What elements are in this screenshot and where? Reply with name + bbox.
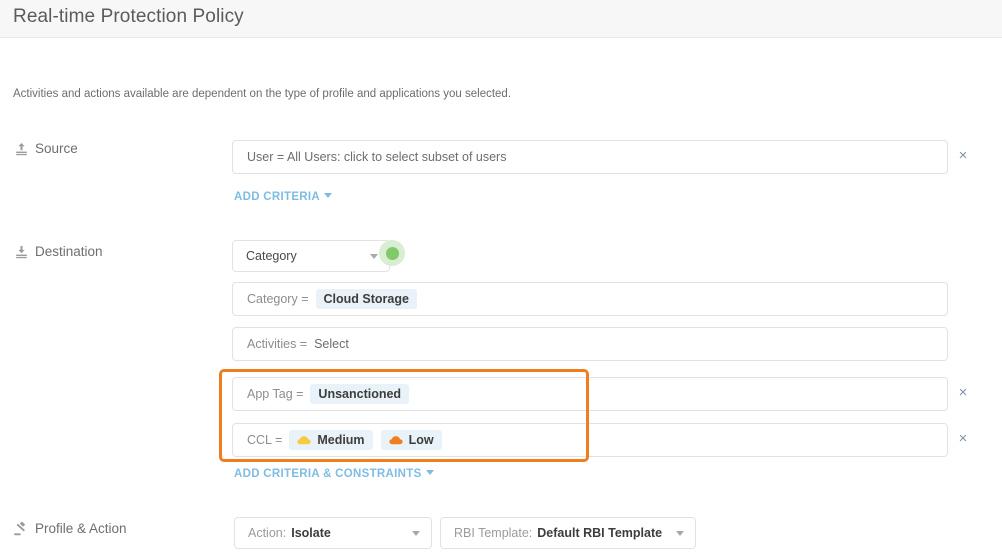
chevron-down-icon [324, 193, 333, 199]
source-section-label: Source [14, 141, 78, 156]
criteria-chip-low[interactable]: Low [380, 430, 442, 450]
source-label-text: Source [35, 141, 78, 156]
destination-status-badge [379, 240, 405, 266]
criteria-chip[interactable]: Unsanctioned [310, 384, 410, 404]
destination-type-value: Category [246, 249, 297, 263]
chevron-down-icon [370, 253, 378, 259]
source-field-value: User = All Users: click to select subset… [247, 150, 507, 164]
criteria-row-category[interactable]: Category = Cloud Storage [232, 282, 948, 316]
page-title: Real-time Protection Policy [13, 6, 244, 27]
criteria-row-activities[interactable]: Activities = Select [232, 327, 948, 361]
upload-icon [14, 141, 28, 156]
add-criteria-link[interactable]: ADD CRITERIA [234, 191, 333, 203]
destination-label-text: Destination [35, 244, 103, 259]
chevron-down-icon [676, 530, 684, 536]
source-field[interactable]: User = All Users: click to select subset… [232, 140, 948, 174]
criteria-key: Activities = [247, 337, 308, 351]
chip-label: Unsanctioned [318, 387, 402, 401]
remove-source-icon[interactable]: × [955, 148, 971, 164]
criteria-row-app-tag[interactable]: App Tag = Unsanctioned [232, 377, 948, 411]
remove-app-tag-icon[interactable]: × [955, 385, 971, 401]
criteria-chip[interactable]: Cloud Storage [315, 289, 417, 309]
criteria-key: Category = [247, 292, 309, 306]
action-select[interactable]: Action: Isolate [234, 517, 432, 549]
chevron-down-icon [425, 470, 434, 476]
criteria-row-ccl[interactable]: CCL = Medium Low [232, 423, 948, 457]
action-select-label: Action: [248, 526, 287, 540]
gavel-icon [14, 521, 28, 536]
add-criteria-label: ADD CRITERIA [234, 191, 321, 203]
remove-ccl-icon[interactable]: × [955, 431, 971, 447]
status-dot [385, 246, 399, 260]
cloud-icon [297, 435, 311, 445]
add-criteria-constraints-link[interactable]: ADD CRITERIA & CONSTRAINTS [234, 468, 434, 480]
rbi-template-select[interactable]: RBI Template: Default RBI Template [440, 517, 696, 549]
chip-label: Low [408, 433, 434, 447]
destination-type-select[interactable]: Category [232, 240, 390, 272]
criteria-value: Select [314, 337, 349, 351]
cloud-icon [388, 435, 403, 445]
action-select-value: Isolate [291, 526, 331, 540]
criteria-key: App Tag = [247, 387, 304, 401]
add-criteria-constraints-label: ADD CRITERIA & CONSTRAINTS [234, 468, 422, 480]
profile-action-label-text: Profile & Action [35, 521, 127, 536]
chip-label: Cloud Storage [323, 292, 409, 306]
criteria-key: CCL = [247, 433, 283, 447]
profile-action-section-label: Profile & Action [14, 521, 127, 536]
download-icon [14, 244, 28, 259]
helper-note: Activities and actions available are dep… [13, 88, 512, 100]
rbi-template-select-label: RBI Template: [454, 526, 533, 540]
criteria-chip-medium[interactable]: Medium [289, 430, 373, 450]
chevron-down-icon [412, 530, 420, 536]
destination-section-label: Destination [14, 244, 103, 259]
rbi-template-select-value: Default RBI Template [537, 526, 663, 540]
chip-label: Medium [317, 433, 365, 447]
